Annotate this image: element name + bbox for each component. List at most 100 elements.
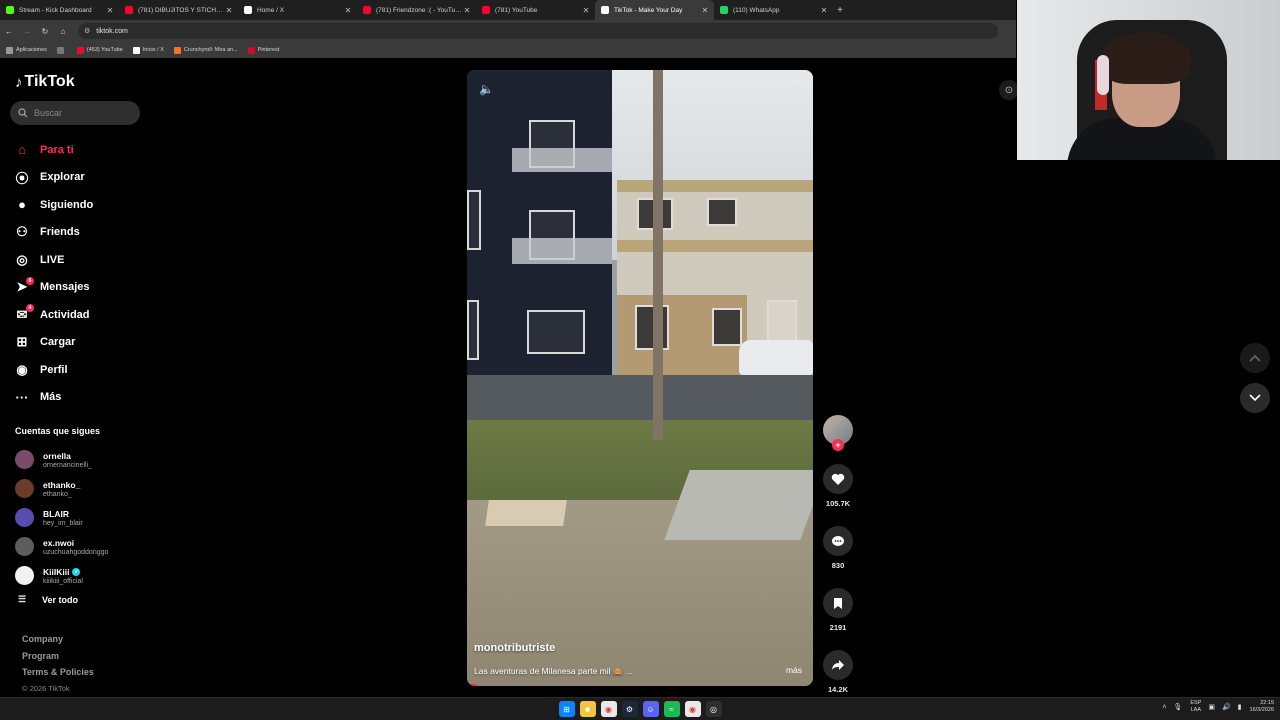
- battery-icon[interactable]: ▮: [1238, 703, 1242, 711]
- close-tab-icon[interactable]: ✕: [105, 6, 115, 15]
- browser-tab[interactable]: (110) WhatsApp ✕: [714, 0, 833, 20]
- following-account[interactable]: ex.nwoi uzuchuahgoddonggo: [15, 532, 155, 561]
- file-explorer-icon[interactable]: ■: [579, 701, 596, 717]
- bookmark-label: Inicio / X: [142, 47, 164, 53]
- nav-item-mensajes[interactable]: ➤ Mensajes 6: [12, 274, 152, 302]
- nav-item-explorar[interactable]: ⦿ Explorar: [12, 164, 152, 192]
- following-account[interactable]: ethanko_ ethanko_: [15, 474, 155, 503]
- browser-tab[interactable]: (781) YouTube ✕: [476, 0, 595, 20]
- bookmark-item[interactable]: (453) YouTube: [76, 46, 123, 54]
- discord-icon[interactable]: ☺: [642, 701, 659, 717]
- see-all-following-button[interactable]: ☰ Ver todo: [18, 594, 78, 605]
- caption-more-button[interactable]: más: [786, 665, 802, 675]
- next-video-button[interactable]: [1240, 383, 1270, 413]
- site-info-icon[interactable]: ⚙: [84, 27, 90, 35]
- video-frame-cardboard: [485, 500, 567, 526]
- address-bar[interactable]: ⚙ tiktok.com: [78, 23, 998, 39]
- nav-item-friends[interactable]: ⚇ Friends: [12, 219, 152, 247]
- previous-video-button[interactable]: [1240, 343, 1270, 373]
- chrome-icon[interactable]: ◉: [600, 701, 617, 717]
- like-button[interactable]: [823, 464, 853, 494]
- back-icon[interactable]: ←: [0, 27, 18, 36]
- obs-icon[interactable]: ◎: [705, 701, 722, 717]
- nav-item-siguiendo[interactable]: ● Siguiendo: [12, 191, 152, 219]
- home-icon: ⌂: [18, 142, 26, 158]
- microphone-icon[interactable]: 🎙: [1173, 703, 1182, 711]
- close-tab-icon[interactable]: ✕: [462, 6, 472, 15]
- nav-item-actividad[interactable]: ✉ Actividad 4: [12, 301, 152, 329]
- browser-tab[interactable]: (781) Friendzone :( - YouTube ✕: [357, 0, 476, 20]
- nav-item-label: Perfil: [40, 363, 68, 376]
- browser-tab[interactable]: Stream - Kick Dashboard ✕: [0, 0, 119, 20]
- nav-item-label: Mensajes: [40, 281, 90, 294]
- see-all-label: Ver todo: [42, 594, 79, 605]
- browser-tab-label: Stream - Kick Dashboard: [19, 6, 92, 14]
- browser-tab[interactable]: Home / X ✕: [238, 0, 357, 20]
- home-browser-icon[interactable]: ⌂: [54, 27, 72, 36]
- follow-plus-icon[interactable]: +: [832, 439, 844, 451]
- creator-avatar[interactable]: +: [823, 415, 853, 451]
- following-account[interactable]: ornella ornemancinelli_: [15, 445, 155, 474]
- footer-link-program[interactable]: Program: [22, 651, 94, 668]
- search-placeholder: Buscar: [34, 108, 63, 118]
- bookmark-item[interactable]: Crunchyroll: Mira an...: [173, 46, 238, 54]
- browser-tab[interactable]: (781) DIBUJITOS Y STICH CONT ✕: [119, 0, 238, 20]
- tray-chevron-icon[interactable]: ˄: [1162, 704, 1166, 711]
- share-button[interactable]: [823, 650, 853, 680]
- video-more-options-icon[interactable]: ···: [786, 80, 801, 94]
- close-tab-icon[interactable]: ✕: [700, 6, 710, 15]
- speaker-icon[interactable]: 🔊: [1222, 703, 1231, 711]
- volume-icon[interactable]: 🔈: [479, 82, 494, 96]
- footer-link-terms[interactable]: Terms & Policies: [22, 667, 94, 684]
- close-tab-icon[interactable]: ✕: [819, 6, 829, 15]
- browser-tab[interactable]: TikTok - Make Your Day ✕: [595, 0, 714, 20]
- pinterest-icon: [247, 46, 255, 54]
- headset-icon: [1097, 55, 1109, 95]
- steam-icon[interactable]: ⚙: [621, 701, 638, 717]
- tiktok-logo[interactable]: ♪ TikTok: [15, 73, 75, 91]
- friends-icon: ⚇: [16, 224, 28, 240]
- footer-link-company[interactable]: Company: [22, 634, 94, 651]
- close-tab-icon[interactable]: ✕: [224, 6, 234, 15]
- notification-badge: 4: [26, 304, 34, 312]
- save-count: 2191: [829, 623, 847, 632]
- live-icon: ◎: [16, 251, 28, 267]
- new-tab-button[interactable]: +: [833, 5, 847, 16]
- spotify-icon[interactable]: ≈: [663, 701, 680, 717]
- video-player[interactable]: 🔈 ··· monotributriste Las aventuras de M…: [467, 70, 813, 686]
- nav-item-live[interactable]: ◎ LIVE: [12, 246, 152, 274]
- nav-item-para-ti[interactable]: ⌂ Para ti: [12, 136, 152, 164]
- bookmark-item[interactable]: Aplicaciones: [6, 46, 47, 54]
- bookmark-icon: [834, 597, 842, 609]
- compass-icon[interactable]: ⊙: [999, 80, 1019, 100]
- reload-icon[interactable]: ↻: [36, 27, 54, 36]
- nav-item-m-s[interactable]: ··· Más: [12, 384, 152, 412]
- nav-item-cargar[interactable]: ⊞ Cargar: [12, 329, 152, 357]
- following-account[interactable]: BLAIR hey_im_blair: [15, 503, 155, 532]
- video-frame-pole: [653, 70, 663, 440]
- comment-button[interactable]: [823, 526, 853, 556]
- taskbar-apps: ⊞ ■ ◉ ⚙ ☺ ≈ ◉ ◎: [556, 701, 724, 717]
- chevron-down-icon: [1249, 394, 1261, 402]
- following-account[interactable]: KiiIKiii ✓ kiiikiii_official: [15, 561, 155, 590]
- bookmark-label: Pinterest: [257, 47, 280, 53]
- bookmark-item[interactable]: [56, 46, 67, 54]
- save-button[interactable]: [823, 588, 853, 618]
- network-icon[interactable]: ▣: [1208, 703, 1215, 711]
- following-avatar-icon: ●: [18, 197, 26, 213]
- start-icon[interactable]: ⊞: [558, 701, 575, 717]
- chrome-icon[interactable]: ◉: [684, 701, 701, 717]
- language-indicator[interactable]: ESP LAA: [1190, 700, 1201, 714]
- forward-icon[interactable]: →: [18, 27, 36, 36]
- bookmark-item[interactable]: Pinterest: [247, 46, 280, 54]
- account-handle: uzuchuahgoddonggo: [43, 548, 109, 556]
- nav-item-perfil[interactable]: ◉ Perfil: [12, 356, 152, 384]
- close-tab-icon[interactable]: ✕: [581, 6, 591, 15]
- search-input[interactable]: Buscar: [10, 101, 140, 125]
- bookmark-item[interactable]: Inicio / X: [132, 46, 164, 54]
- following-list: ornella ornemancinelli_ ethanko_ ethanko…: [15, 445, 155, 590]
- video-author[interactable]: monotributriste: [474, 642, 555, 654]
- video-progress-bar[interactable]: [467, 684, 478, 686]
- clock[interactable]: 22:15 16/3/2026: [1250, 700, 1274, 714]
- close-tab-icon[interactable]: ✕: [343, 6, 353, 15]
